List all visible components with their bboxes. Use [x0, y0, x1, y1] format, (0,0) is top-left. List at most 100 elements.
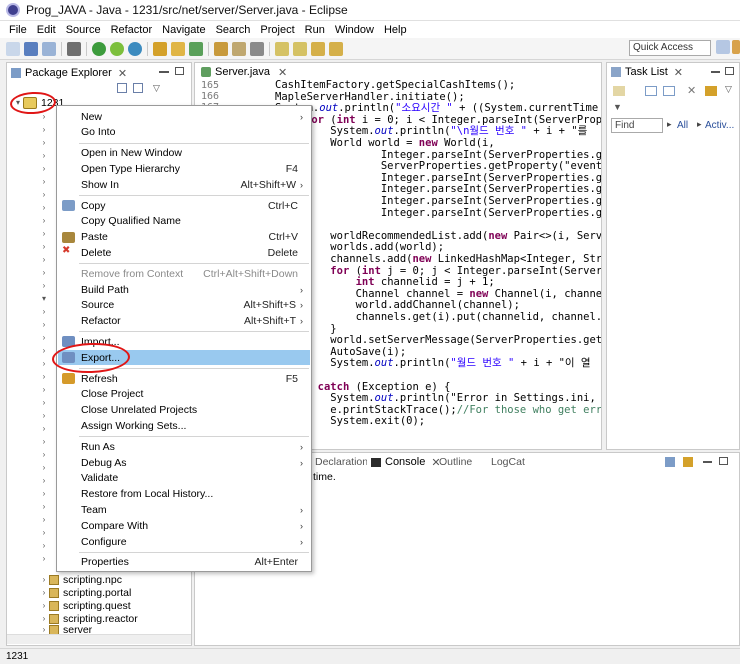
chevron-right-icon[interactable]: ›: [39, 476, 49, 485]
chevron-right-icon[interactable]: ›: [39, 625, 49, 634]
menu-item-new[interactable]: New ›: [58, 109, 310, 124]
tree-item[interactable]: › scripting.portal: [39, 586, 132, 599]
chevron-right-icon[interactable]: ▸: [667, 119, 672, 130]
menu-window[interactable]: Window: [330, 24, 379, 36]
menu-search[interactable]: Search: [211, 24, 256, 36]
chevron-right-icon[interactable]: ›: [39, 242, 49, 251]
link-editor-icon[interactable]: [133, 83, 143, 93]
open-type-icon[interactable]: [214, 41, 228, 56]
menu-item-debug-as[interactable]: Debug As ›: [58, 455, 310, 470]
chevron-right-icon[interactable]: ›: [39, 255, 49, 264]
menu-item-configure[interactable]: Configure ›: [58, 534, 310, 549]
chevron-down-icon[interactable]: ▾: [39, 294, 49, 303]
minimize-icon[interactable]: [711, 71, 720, 73]
menu-item-run-as[interactable]: Run As ›: [58, 439, 310, 454]
chevron-right-icon[interactable]: ›: [39, 575, 49, 584]
chevron-right-icon[interactable]: ›: [39, 541, 49, 550]
maximize-icon[interactable]: [175, 67, 184, 75]
menu-help[interactable]: Help: [379, 24, 412, 36]
task-find-input[interactable]: Find: [611, 118, 663, 133]
tree-item[interactable]: › scripting.quest: [39, 599, 131, 612]
chevron-right-icon[interactable]: ›: [39, 450, 49, 459]
chevron-right-icon[interactable]: ›: [39, 515, 49, 524]
menu-item-compare-with[interactable]: Compare With ›: [58, 518, 310, 533]
console-toolbar-icon[interactable]: [665, 457, 675, 467]
maximize-icon[interactable]: [719, 457, 728, 465]
chevron-right-icon[interactable]: ›: [39, 281, 49, 290]
chevron-right-icon[interactable]: ›: [39, 463, 49, 472]
tree-item[interactable]: › scripting.npc: [39, 573, 122, 586]
chevron-right-icon[interactable]: ›: [39, 164, 49, 173]
categorize-icon[interactable]: [645, 86, 657, 96]
chevron-right-icon[interactable]: ›: [39, 554, 49, 563]
menu-item-remove-from-context[interactable]: Remove from Context Ctrl+Alt+Shift+Down: [58, 266, 310, 281]
menu-edit[interactable]: Edit: [32, 24, 61, 36]
chevron-right-icon[interactable]: ›: [39, 203, 49, 212]
view-menu-icon[interactable]: ▽: [725, 84, 732, 95]
new-icon[interactable]: [6, 41, 20, 56]
horizontal-scrollbar[interactable]: [7, 634, 191, 644]
close-icon[interactable]: ✕: [118, 67, 127, 80]
settings-icon[interactable]: [67, 41, 81, 56]
menu-item-export[interactable]: Export...: [58, 350, 310, 366]
menu-item-restore-from-local-history[interactable]: Restore from Local History...: [58, 487, 310, 502]
menu-file[interactable]: File: [4, 24, 32, 36]
chevron-right-icon[interactable]: ›: [39, 216, 49, 225]
java-perspective-icon[interactable]: [732, 40, 740, 54]
chevron-right-icon[interactable]: ›: [39, 502, 49, 511]
debug-icon[interactable]: [110, 41, 124, 56]
chevron-right-icon[interactable]: ›: [39, 489, 49, 498]
chevron-right-icon[interactable]: ›: [39, 229, 49, 238]
chevron-right-icon[interactable]: ›: [39, 614, 49, 623]
display-console-icon[interactable]: [683, 457, 693, 467]
chevron-right-icon[interactable]: ›: [39, 138, 49, 147]
prev-annotation-icon[interactable]: [293, 41, 307, 56]
chevron-right-icon[interactable]: ›: [39, 112, 49, 121]
menu-refactor[interactable]: Refactor: [106, 24, 158, 36]
menu-project[interactable]: Project: [255, 24, 299, 36]
menu-item-open-in-new-window[interactable]: Open in New Window: [58, 146, 310, 161]
tab-package-explorer[interactable]: Package Explorer ✕: [7, 63, 131, 81]
chevron-right-icon[interactable]: ›: [39, 125, 49, 134]
chevron-right-icon[interactable]: ›: [39, 359, 49, 368]
menu-run[interactable]: Run: [300, 24, 330, 36]
menu-item-paste[interactable]: Paste Ctrl+V: [58, 230, 310, 245]
maximize-icon[interactable]: [725, 67, 734, 75]
chevron-right-icon[interactable]: ›: [39, 320, 49, 329]
chevron-right-icon[interactable]: ▸: [697, 119, 702, 130]
chevron-down-icon[interactable]: ▾: [13, 98, 23, 107]
new-java-project-icon[interactable]: [153, 41, 167, 56]
annotation-icon[interactable]: [250, 41, 264, 56]
menu-item-build-path[interactable]: Build Path ›: [58, 282, 310, 297]
menu-item-copy-qualified-name[interactable]: Copy Qualified Name: [58, 214, 310, 229]
menu-item-source[interactable]: Source Alt+Shift+S ›: [58, 298, 310, 313]
chevron-right-icon[interactable]: ›: [39, 437, 49, 446]
chevron-right-icon[interactable]: ›: [39, 528, 49, 537]
menu-item-import[interactable]: Import...: [58, 334, 310, 349]
chevron-right-icon[interactable]: ›: [39, 190, 49, 199]
tree-item[interactable]: › scripting.reactor: [39, 612, 138, 625]
menu-item-copy[interactable]: Copy Ctrl+C: [58, 198, 310, 213]
save-icon[interactable]: [24, 41, 38, 56]
sync-icon[interactable]: [705, 86, 717, 96]
chevron-right-icon[interactable]: ›: [39, 385, 49, 394]
focus-icon[interactable]: ✕: [687, 84, 696, 97]
menu-item-refresh[interactable]: Refresh F5: [58, 371, 310, 386]
chevron-right-icon[interactable]: ›: [39, 601, 49, 610]
chevron-right-icon[interactable]: ›: [39, 398, 49, 407]
chevron-right-icon[interactable]: ›: [39, 268, 49, 277]
close-icon[interactable]: ✕: [278, 66, 287, 79]
menu-item-open-type-hierarchy[interactable]: Open Type Hierarchy F4: [58, 161, 310, 176]
menu-item-team[interactable]: Team ›: [58, 502, 310, 517]
menu-item-refactor[interactable]: Refactor Alt+Shift+T ›: [58, 314, 310, 329]
new-class-icon[interactable]: [189, 41, 203, 56]
minimize-icon[interactable]: [159, 71, 169, 73]
tab-logcat[interactable]: LogCat: [491, 456, 525, 468]
menu-source[interactable]: Source: [61, 24, 106, 36]
task-filter-all[interactable]: All: [677, 120, 688, 131]
view-menu-icon[interactable]: ▽: [153, 83, 160, 94]
chevron-right-icon[interactable]: ›: [39, 177, 49, 186]
menu-item-close-unrelated-projects[interactable]: Close Unrelated Projects: [58, 403, 310, 418]
tab-declaration[interactable]: Declaration: [315, 456, 368, 468]
menu-item-go-into[interactable]: Go Into: [58, 125, 310, 140]
